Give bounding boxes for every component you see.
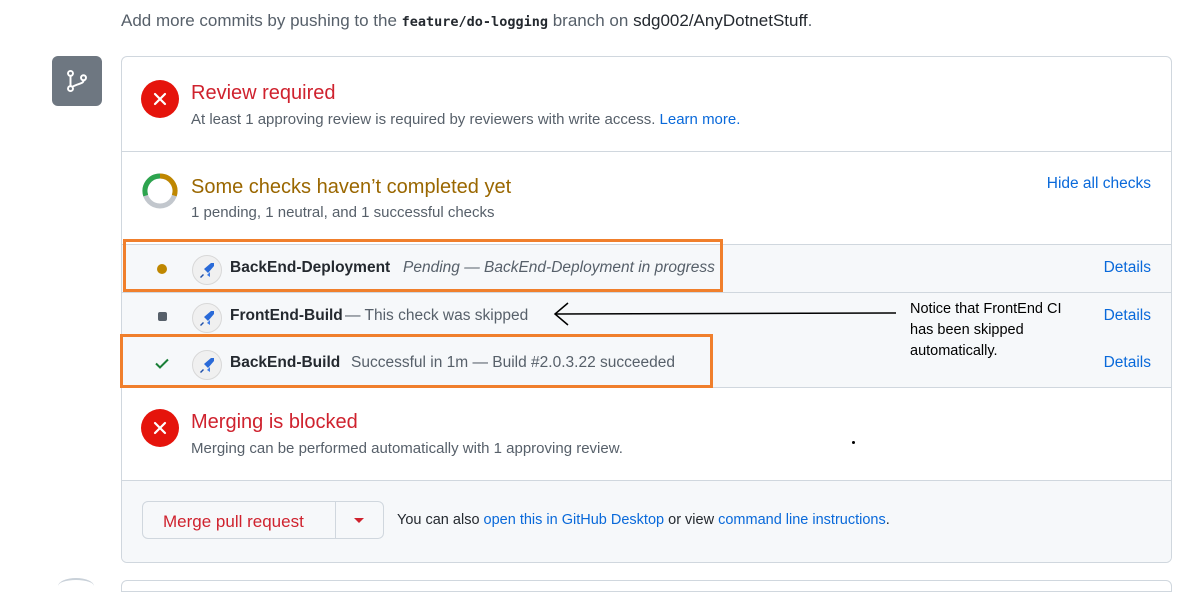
- checks-summary: 1 pending, 1 neutral, and 1 successful c…: [191, 204, 495, 221]
- push-instructions: Add more commits by pushing to the featu…: [121, 11, 813, 30]
- check-details-link[interactable]: Details: [1104, 259, 1151, 277]
- check-description: — This check was skipped: [345, 307, 529, 324]
- skipped-square-icon: [158, 312, 167, 321]
- merge-footer: Merge pull request You can also open thi…: [122, 481, 1171, 562]
- merging-blocked-title: Merging is blocked: [191, 411, 358, 433]
- check-name: FrontEnd-Build: [230, 307, 343, 324]
- highlight-backend-deployment: [123, 239, 723, 292]
- merge-pull-request-button[interactable]: Merge pull request: [142, 501, 384, 539]
- annotation-note: Notice that FrontEnd CI has been skipped…: [910, 301, 1062, 359]
- annotation-arrow-icon: [553, 302, 897, 326]
- x-circle-icon: [141, 80, 179, 118]
- next-timeline-box: [121, 580, 1172, 592]
- review-required-section: Review required At least 1 approving rev…: [122, 57, 1171, 152]
- merging-blocked-text: Merging can be performed automatically w…: [191, 440, 623, 457]
- x-circle-icon: [141, 409, 179, 447]
- progress-ring-icon: [141, 172, 179, 210]
- command-line-instructions-link[interactable]: command line instructions: [718, 512, 886, 528]
- checks-title: Some checks haven’t completed yet: [191, 176, 512, 198]
- merging-blocked-section: Merging is blocked Merging can be perfor…: [122, 388, 1171, 481]
- chevron-down-icon[interactable]: [354, 518, 364, 523]
- review-required-text: At least 1 approving review is required …: [191, 111, 741, 128]
- alternate-merge-text: You can also open this in GitHub Desktop…: [397, 512, 890, 528]
- repo-name: sdg002/AnyDotnetStuff: [633, 11, 808, 30]
- check-details-link[interactable]: Details: [1104, 354, 1151, 372]
- check-details-link[interactable]: Details: [1104, 307, 1151, 325]
- open-github-desktop-link[interactable]: open this in GitHub Desktop: [484, 512, 665, 528]
- azure-pipelines-icon: [192, 303, 222, 333]
- checks-section: Some checks haven’t completed yet 1 pend…: [122, 152, 1171, 245]
- merge-button-label: Merge pull request: [163, 512, 304, 531]
- branch-name: feature/do-logging: [401, 14, 548, 30]
- learn-more-link[interactable]: Learn more.: [660, 111, 741, 128]
- avatar: [58, 578, 94, 594]
- review-required-title: Review required: [191, 82, 336, 104]
- hide-all-checks-link[interactable]: Hide all checks: [1047, 175, 1151, 193]
- git-branch-icon: [52, 56, 102, 106]
- highlight-backend-build: [120, 334, 713, 388]
